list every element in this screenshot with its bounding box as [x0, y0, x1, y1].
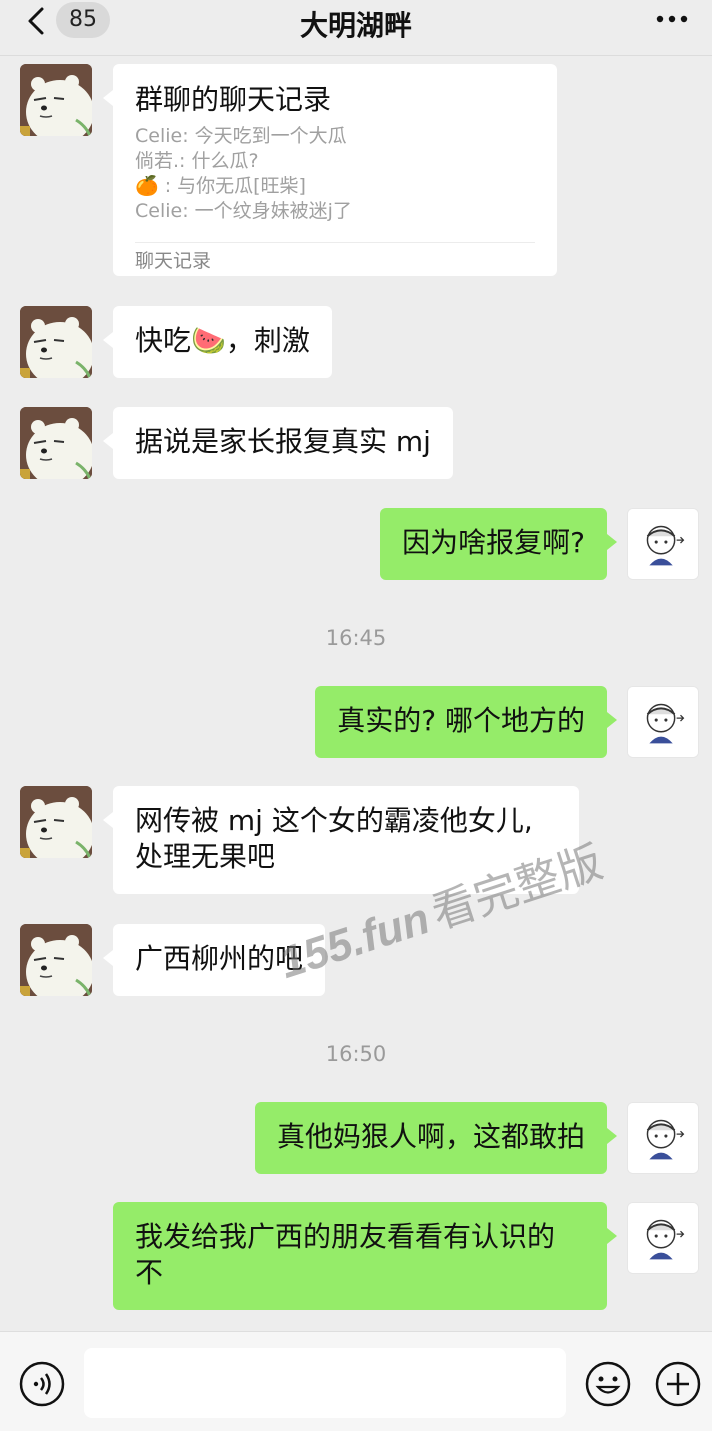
outgoing-message[interactable]: 真他妈狠人啊，这都敢拍 [254, 1102, 618, 1174]
contact-avatar[interactable] [20, 306, 92, 378]
chat-title: 大明湖畔 [299, 9, 412, 42]
chat-record-line: Celie: 今天吃到一个大瓜 [135, 125, 347, 147]
my-avatar[interactable] [627, 1102, 699, 1174]
divider [135, 242, 535, 243]
chat-header: 85 大明湖畔 [0, 0, 712, 56]
contact-avatar[interactable] [20, 64, 92, 136]
contact-avatar[interactable] [20, 786, 92, 858]
contact-avatar[interactable] [20, 407, 92, 479]
chat-record-card[interactable]: 群聊的聊天记录 Celie: 今天吃到一个大瓜 倘若.: 什么瓜? 🍊 : 与你… [103, 64, 557, 276]
incoming-message[interactable]: 据说是家长报复真实 mj [103, 407, 453, 479]
chat-record-line: 倘若.: 什么瓜? [135, 150, 259, 172]
chat-record-line: 🍊 : 与你无瓜[旺柴] [135, 175, 306, 197]
message-input[interactable] [84, 1348, 566, 1418]
outgoing-message[interactable]: 因为啥报复啊? [380, 508, 617, 580]
timestamp: 16:45 [325, 626, 387, 650]
chat-record-footer: 聊天记录 [135, 250, 212, 272]
emoji-icon[interactable] [584, 1360, 632, 1408]
chat-record-title: 群聊的聊天记录 [135, 83, 332, 116]
contact-avatar[interactable] [20, 924, 92, 996]
plus-icon[interactable] [654, 1360, 702, 1408]
outgoing-message[interactable]: 我发给我广西的朋友看看有认识的 不 [113, 1202, 617, 1310]
chat-record-line: Celie: 一个纹身妹被迷j了 [135, 200, 352, 222]
timestamp: 16:50 [325, 1042, 387, 1066]
watermark-domain: 155.fun [273, 893, 436, 989]
incoming-message[interactable]: 快吃🍉，刺激 [103, 306, 332, 378]
input-bar [0, 1331, 712, 1431]
my-avatar[interactable] [627, 508, 699, 580]
more-dots-icon[interactable] [654, 8, 690, 30]
my-avatar[interactable] [627, 686, 699, 758]
voice-icon[interactable] [18, 1360, 66, 1408]
outgoing-message[interactable]: 真实的? 哪个地方的 [315, 686, 617, 758]
my-avatar[interactable] [627, 1202, 699, 1274]
